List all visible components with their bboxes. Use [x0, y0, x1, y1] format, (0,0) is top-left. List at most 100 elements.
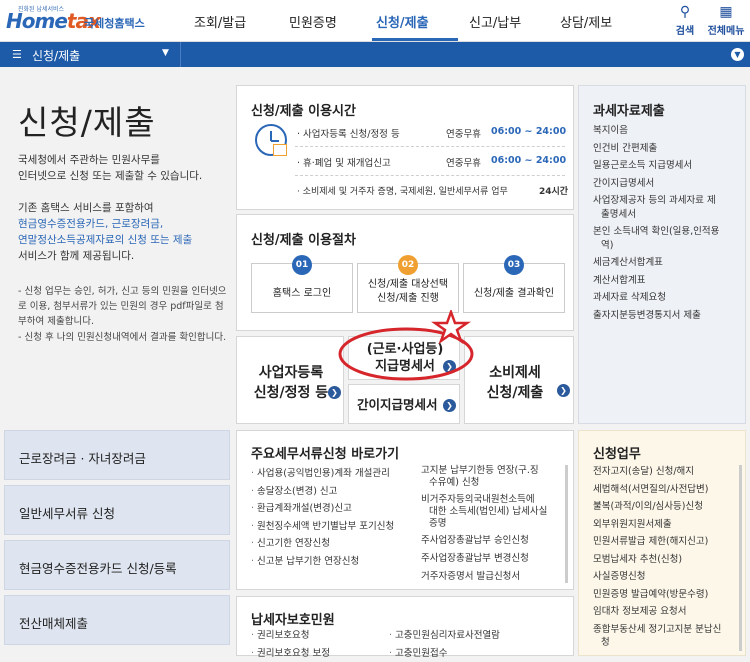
protect-link[interactable]: 권리보호요청	[251, 627, 330, 645]
tax-doc-link[interactable]: 본인 소득내역 확인(일용,인적용역)	[593, 225, 743, 252]
clock-calendar-icon	[255, 124, 287, 156]
scrollbar[interactable]	[739, 465, 742, 651]
nav-consult[interactable]: 상담/제보	[560, 12, 612, 31]
nav-apply-submit[interactable]: 신청/제출	[376, 12, 429, 31]
link-line: 종합부동산세 정기고지분 분납신	[593, 623, 739, 636]
doc-link[interactable]: 고지분 납부기한등 연장(구.징수유예) 신청	[421, 465, 561, 489]
tax-doc-link[interactable]: 간이지급명세서	[593, 177, 743, 191]
apply-link[interactable]: 임대차 정보제공 요청서	[593, 605, 739, 618]
doc-link-line: 수유예) 신청	[421, 477, 561, 489]
doc-link-line: 증명	[421, 518, 561, 530]
apply-link[interactable]: 사실증명신청	[593, 570, 739, 583]
intro-note-2: - 신청 후 나의 민원신청내역에서 결과를 확인합니다.	[18, 330, 233, 345]
protect-right-list: 고충민원심리자료사전열람 고충민원접수	[389, 627, 500, 662]
active-nav-underline	[372, 38, 458, 41]
nav-report-pay[interactable]: 신고/납부	[469, 12, 521, 31]
section-title: 신청/제출	[32, 47, 80, 64]
protect-link[interactable]: 고충민원심리자료사전열람	[389, 627, 500, 645]
protect-title: 납세자보호민원	[251, 609, 335, 628]
apply-link[interactable]: 전자고지(송달) 신청/해지	[593, 465, 739, 478]
doc-link[interactable]: 송달장소(변경) 신고	[251, 483, 421, 501]
button-label: 현금영수증전용카드 신청/등록	[5, 541, 229, 577]
tax-doc-link[interactable]: 인건비 간편제출	[593, 142, 743, 156]
nav-inquiry[interactable]: 조회/발급	[194, 12, 246, 31]
arrow-right-icon: ❯	[557, 384, 570, 397]
incentive-button[interactable]: 근로장려금 · 자녀장려금	[4, 430, 230, 480]
section-bar: ☰ 신청/제출 ▼ ▼	[0, 42, 750, 67]
doc-link[interactable]: 사업용(공익법인용)계좌 개설관리	[251, 465, 421, 483]
logo-agency: 국세청홈택스	[84, 15, 145, 31]
step-label-line: 신청/제출 진행	[358, 292, 458, 306]
tax-doc-shortcuts-panel: 주요세무서류신청 바로가기 사업용(공익법인용)계좌 개설관리 송달장소(변경)…	[236, 430, 574, 590]
link-line: 사업장제공자 등의 과세자료 제	[593, 194, 743, 208]
tax-doc-link[interactable]: 세금계산서합계표	[593, 256, 743, 270]
hometax-logo[interactable]: 진화된 납세서비스 Hometax 국세청홈택스	[4, 4, 154, 38]
tax-doc-link[interactable]: 출자지분등변경통지서 제출	[593, 309, 743, 323]
button-label: 근로장려금 · 자녀장려금	[5, 431, 229, 467]
tax-doc-link[interactable]: 복지이음	[593, 124, 743, 138]
step-login: 01 홈택스 로그인	[251, 263, 353, 313]
protect-link[interactable]: 권리보호요청 보정	[251, 645, 330, 662]
simple-payment-statement-tile[interactable]: 간이지급명세서 ❯	[348, 384, 460, 424]
doc-link[interactable]: 주사업장총괄납부 승인신청	[421, 535, 561, 547]
apply-link[interactable]: 불복(과적/이의/심사등)신청	[593, 500, 739, 513]
hamburger-icon[interactable]: ☰	[12, 48, 22, 61]
intro-paragraph-1: 국세청에서 주관하는 민원사무를 인터넷으로 신청 또는 제출할 수 있습니다.	[18, 152, 233, 184]
link-line: 출명세서	[593, 208, 743, 222]
doc-link[interactable]: 비거주자등의국내원천소득에대한 소득세(법인세) 납세사실증명	[421, 494, 561, 530]
business-registration-tile[interactable]: 사업자등록 신청/정정 등 ❯	[236, 336, 344, 424]
intro-line-highlight: 현금영수증전용카드, 근로장려금,	[18, 216, 233, 232]
tax-doc-link[interactable]: 사업장제공자 등의 과세자료 제출명세서	[593, 194, 743, 221]
intro-line: 서비스가 함께 제공됩니다.	[18, 248, 233, 264]
tax-doc-link[interactable]: 과세자료 삭제요청	[593, 291, 743, 305]
docs-title: 주요세무서류신청 바로가기	[251, 443, 399, 462]
step-number-badge: 02	[398, 255, 418, 275]
apply-link[interactable]: 모범납세자 추천(신청)	[593, 553, 739, 566]
apply-list: 전자고지(송달) 신청/해지 세법해석(서면질의/사전답변) 불복(과적/이의/…	[593, 465, 739, 649]
protect-link[interactable]: 고충민원접수	[389, 645, 500, 662]
hours-row-label: · 소비제세 및 거주자 증명, 국제세원, 일반세무서류 업무	[297, 184, 508, 197]
link-line: 본인 소득내역 확인(일용,인적용	[593, 225, 743, 239]
apply-link[interactable]: 민원서류발급 제한(해지신고)	[593, 535, 739, 548]
tax-data-submission-panel: 과세자료제출 복지이음 인건비 간편제출 일용근로소득 지급명세서 간이지급명세…	[578, 85, 746, 424]
apply-link[interactable]: 종합부동산세 정기고지분 분납신청	[593, 623, 739, 649]
doc-link[interactable]: 원천징수세액 반기별납부 포기신청	[251, 518, 421, 536]
arrow-right-icon: ❯	[443, 399, 456, 412]
protect-left-list: 권리보호요청 권리보호요청 보정	[251, 627, 330, 662]
tax-doc-link[interactable]: 계산서합계표	[593, 274, 743, 288]
doc-link[interactable]: 신고기한 연장신청	[251, 535, 421, 553]
hours-row-time: 06:00 ~ 24:00	[491, 155, 566, 166]
step-number-badge: 01	[292, 255, 312, 275]
apply-link[interactable]: 세법해석(서면질의/사전답변)	[593, 483, 739, 496]
chevron-down-icon[interactable]: ▼	[162, 48, 169, 58]
top-header: 진화된 납세서비스 Hometax 국세청홈택스 조회/발급 민원증명 신청/제…	[0, 0, 750, 42]
intro-note-1: - 신청 업무는 승인, 허가, 신고 등의 민원을 인터넷으 로 이용, 첨부…	[18, 284, 233, 329]
step-number-badge: 03	[504, 255, 524, 275]
hours-row-time: 06:00 ~ 24:00	[491, 126, 566, 137]
scrollbar[interactable]	[565, 465, 568, 583]
doc-link[interactable]: 신고분 납부기한 연장신청	[251, 553, 421, 571]
bar-expand-icon[interactable]: ▼	[731, 48, 744, 61]
electronic-media-button[interactable]: 전산매체제출	[4, 595, 230, 645]
tax-doc-link[interactable]: 일용근로소득 지급명세서	[593, 159, 743, 173]
general-tax-doc-button[interactable]: 일반세무서류 신청	[4, 485, 230, 535]
procedure-title: 신청/제출 이용절차	[251, 229, 356, 248]
nav-certificate[interactable]: 민원증명	[289, 12, 337, 31]
doc-link[interactable]: 환급계좌개설(변경)신고	[251, 500, 421, 518]
apply-link[interactable]: 외부위원지원서제출	[593, 518, 739, 531]
doc-link[interactable]: 거주자증명서 발급신청서	[421, 571, 561, 583]
intro-line: 기존 홈택스 서비스를 포함하여	[18, 200, 233, 216]
taxpayer-protection-panel: 납세자보호민원 권리보호요청 권리보호요청 보정 고충민원심리자료사전열람 고충…	[236, 596, 574, 656]
button-label: 전산매체제출	[5, 596, 229, 632]
intro-line-highlight: 연말정산소득공제자료의 신청 또는 제출	[18, 232, 233, 248]
search-button[interactable]: ⚲ 검색	[665, 4, 705, 37]
doc-link-line: 비거주자등의국내원천소득에	[421, 494, 561, 506]
cash-receipt-card-button[interactable]: 현금영수증전용카드 신청/등록	[4, 540, 230, 590]
page-title: 신청/제출	[18, 96, 156, 144]
doc-link[interactable]: 주사업장총괄납부 변경신청	[421, 553, 561, 565]
apply-link[interactable]: 민원증명 발급예약(방문수령)	[593, 588, 739, 601]
all-menu-button[interactable]: ▦ 전체메뉴	[706, 4, 746, 37]
intro-paragraph-2: 기존 홈택스 서비스를 포함하여 현금영수증전용카드, 근로장려금, 연말정산소…	[18, 200, 233, 264]
link-line: 역)	[593, 239, 743, 253]
divider	[295, 146, 565, 147]
